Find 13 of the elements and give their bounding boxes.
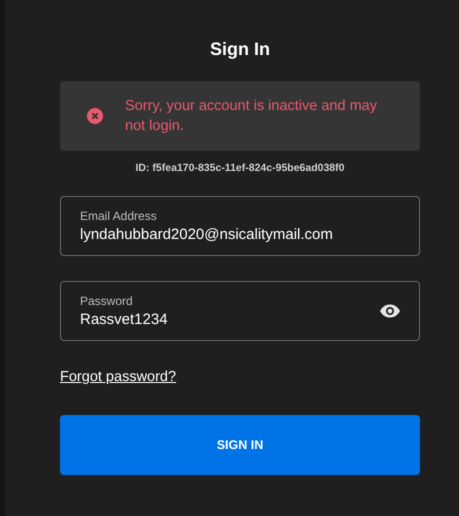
error-id: ID: f5fea170-835c-11ef-824c-95be6ad038f0: [136, 162, 344, 174]
password-field[interactable]: Password Rassvet1234: [60, 281, 420, 341]
field-value: lyndahubbard2020@nsicalitymail.com: [80, 226, 334, 243]
sign-in-button[interactable]: SIGN IN: [60, 415, 420, 475]
page-title: Sign In: [210, 38, 270, 60]
eye-icon[interactable]: [379, 304, 401, 318]
email-field[interactable]: Email Address lyndahubbard2020@nsicalitymail.com: [60, 196, 420, 256]
alert-message: Sorry, your account is inactive and may not login.: [125, 97, 378, 136]
field-label: Email Address: [80, 209, 158, 223]
forgot-password-link[interactable]: Forgot password?: [60, 369, 176, 385]
error-icon: [87, 108, 103, 124]
field-value: Rassvet1234: [80, 311, 169, 328]
field-label: Password: [80, 294, 134, 308]
